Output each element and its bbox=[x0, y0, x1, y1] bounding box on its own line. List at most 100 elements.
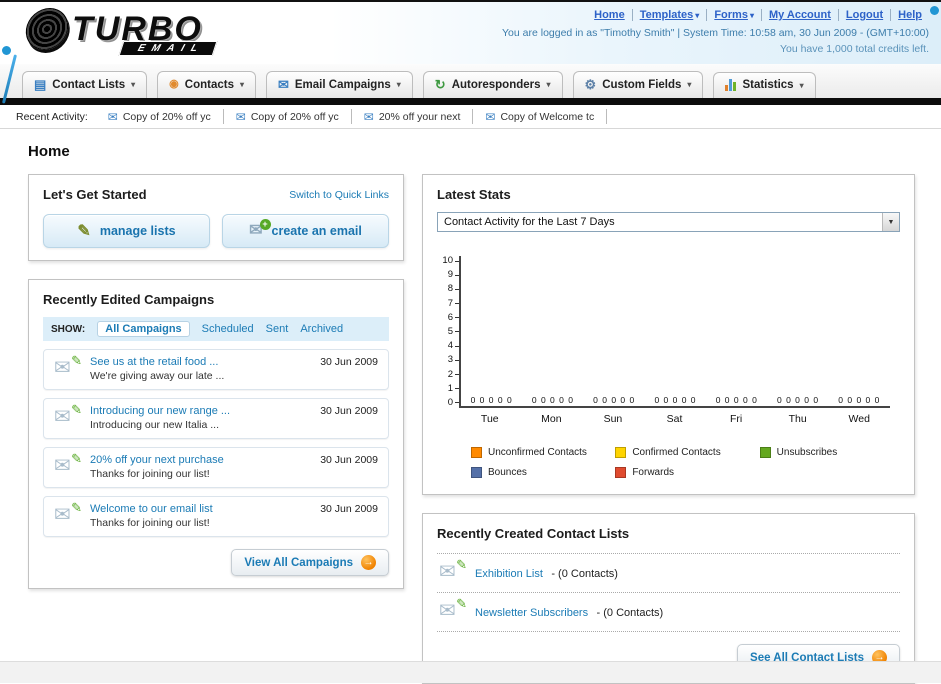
contact-list-link[interactable]: Exhibition List bbox=[475, 568, 543, 580]
logo-swirl-icon bbox=[23, 8, 71, 50]
zero-values: 0 0 0 0 0 bbox=[777, 395, 820, 405]
y-tick-label: 9 bbox=[448, 270, 459, 280]
stats-period-select[interactable]: Contact Activity for the Last 7 Days ▼ bbox=[437, 212, 900, 232]
campaign-date: 30 Jun 2009 bbox=[320, 454, 378, 466]
nav-tab-contacts[interactable]: ◉ Contacts ▾ bbox=[157, 71, 256, 98]
get-started-panel: Let's Get Started Switch to Quick Links … bbox=[28, 174, 404, 261]
tab-archived[interactable]: Archived bbox=[300, 323, 343, 335]
chevron-down-icon: ▾ bbox=[695, 11, 700, 20]
campaign-date: 30 Jun 2009 bbox=[320, 356, 378, 368]
x-tick-label: Fri bbox=[729, 413, 743, 425]
campaign-title-link[interactable]: Introducing our new range ... bbox=[90, 404, 310, 418]
top-header: TURBO EMAIL Home Templates ▾ Forms ▾ My Accou… bbox=[0, 2, 941, 64]
nav-tab-custom-fields[interactable]: ⚙ Custom Fields ▾ bbox=[572, 71, 704, 98]
y-tick-label: 2 bbox=[448, 369, 459, 380]
page-title: Home bbox=[28, 143, 70, 160]
nav-tab-statistics[interactable]: Statistics ▾ bbox=[713, 72, 816, 98]
view-all-campaigns-button[interactable]: View All Campaigns → bbox=[231, 549, 389, 576]
nav-tab-email-campaigns[interactable]: ✉ Email Campaigns ▾ bbox=[265, 71, 413, 98]
contact-list-item[interactable]: ✉ ✎ Exhibition List - (0 Contacts) bbox=[437, 553, 900, 592]
plus-badge-icon: + bbox=[259, 219, 271, 230]
panel-title: Recently Created Contact Lists bbox=[437, 526, 630, 541]
legend-swatch bbox=[471, 467, 482, 478]
nav-tab-contact-lists[interactable]: ▤ Contact Lists ▾ bbox=[22, 71, 148, 98]
get-started-header: Let's Get Started Switch to Quick Links bbox=[43, 187, 389, 202]
contacts-icon: ◉ bbox=[169, 78, 179, 90]
campaign-subtitle: Thanks for joining our list! bbox=[90, 517, 210, 529]
x-tick-label: Wed bbox=[848, 413, 870, 425]
main-content: Home Let's Get Started Switch to Quick L… bbox=[0, 129, 941, 684]
top-link-my-account[interactable]: My Account bbox=[760, 9, 838, 21]
select-arrow-icon[interactable]: ▼ bbox=[882, 213, 899, 231]
campaign-date: 30 Jun 2009 bbox=[320, 405, 378, 417]
recent-activity-item[interactable]: ✉ Copy of 20% off yc bbox=[96, 109, 224, 124]
legend-item: Unsubscribes bbox=[759, 447, 896, 458]
top-link-logout[interactable]: Logout bbox=[837, 9, 891, 21]
recent-activity-item[interactable]: ✉ Copy of 20% off yc bbox=[224, 109, 352, 124]
campaign-list-item[interactable]: ✉ ✎ Welcome to our email list Thanks for… bbox=[43, 496, 389, 537]
contact-list-count: - (0 Contacts) bbox=[596, 607, 664, 619]
legend-swatch bbox=[615, 467, 627, 478]
tab-scheduled[interactable]: Scheduled bbox=[202, 323, 254, 335]
latest-stats-panel: Latest Stats Contact Activity for the La… bbox=[422, 174, 915, 495]
chart-x-axis: Tue Mon Sun Sat Fri Thu Wed bbox=[459, 413, 900, 425]
y-tick-label: 3 bbox=[448, 355, 459, 365]
login-info: You are logged in as "Timothy Smith" | S… bbox=[502, 27, 929, 39]
zero-values: 0 0 0 0 0 bbox=[470, 395, 513, 405]
top-link-templates[interactable]: Templates ▾ bbox=[631, 9, 707, 21]
list-edit-icon: ✉ ✎ bbox=[439, 557, 467, 583]
decor-blue-dot bbox=[930, 6, 939, 15]
recent-activity-item[interactable]: ✉ 20% off your next bbox=[352, 109, 474, 124]
legend-item: Unconfirmed Contacts bbox=[471, 447, 607, 458]
nav-divider-bar bbox=[0, 98, 941, 105]
contact-list-item[interactable]: ✉ ✎ Newsletter Subscribers - (0 Contacts… bbox=[437, 592, 900, 632]
arrow-right-icon: → bbox=[361, 555, 376, 570]
nav-tab-autoresponders[interactable]: ↻ Autoresponders ▾ bbox=[422, 71, 563, 98]
content-columns: Let's Get Started Switch to Quick Links … bbox=[28, 174, 915, 684]
campaign-edit-icon: ✉ ✎ bbox=[54, 353, 82, 379]
tab-all-campaigns[interactable]: All Campaigns bbox=[97, 321, 190, 337]
zero-values: 0 0 0 0 0 bbox=[715, 395, 758, 405]
y-tick-label: 6 bbox=[448, 312, 459, 323]
envelope-icon: ✉ bbox=[363, 109, 374, 124]
campaign-edit-icon: ✉ ✎ bbox=[54, 402, 82, 428]
pencil-icon: ✎ bbox=[77, 223, 91, 240]
top-link-home[interactable]: Home bbox=[587, 9, 632, 21]
y-tick-label: 8 bbox=[448, 284, 459, 294]
x-tick-label: Sun bbox=[603, 413, 623, 425]
manage-lists-button[interactable]: ✎ manage lists bbox=[43, 214, 210, 248]
top-right-area: Home Templates ▾ Forms ▾ My Account Logout Help… bbox=[502, 6, 929, 57]
campaign-title-link[interactable]: Welcome to our email list bbox=[90, 502, 310, 516]
chart-plot-area: 0 0 0 0 0 0 0 0 0 0 0 0 0 0 0 0 0 0 0 0 … bbox=[459, 256, 890, 408]
email-campaigns-icon: ✉ bbox=[277, 77, 289, 92]
campaign-list-item[interactable]: ✉ ✎ Introducing our new range ... Introd… bbox=[43, 398, 389, 439]
chevron-down-icon: ▾ bbox=[239, 80, 244, 89]
legend-swatch bbox=[471, 447, 482, 458]
y-tick-label: 1 bbox=[448, 383, 459, 394]
recent-contact-lists-panel: Recently Created Contact Lists ✉ ✎ Exhib… bbox=[422, 513, 915, 684]
chart-y-axis: 10 9 8 7 6 5 4 3 2 1 0 bbox=[437, 256, 459, 408]
legend-swatch bbox=[615, 447, 627, 458]
campaign-list-item[interactable]: ✉ ✎ 20% off your next purchase Thanks fo… bbox=[43, 447, 389, 488]
contact-list-link[interactable]: Newsletter Subscribers bbox=[475, 607, 588, 619]
legend-item: Bounces bbox=[471, 467, 607, 478]
get-started-buttons: ✎ manage lists ✉ + create an email bbox=[43, 214, 389, 248]
tab-sent[interactable]: Sent bbox=[266, 323, 289, 335]
envelope-plus-icon: ✉ + bbox=[249, 219, 271, 239]
campaign-title-link[interactable]: 20% off your next purchase bbox=[90, 453, 310, 467]
contact-lists-icon: ▤ bbox=[34, 77, 47, 92]
campaign-subtitle: We're giving away our late ... bbox=[90, 370, 225, 382]
campaign-title-link[interactable]: See us at the retail food ... bbox=[90, 355, 310, 369]
panel-title: Recently Edited Campaigns bbox=[43, 292, 215, 307]
switch-quick-links-link[interactable]: Switch to Quick Links bbox=[289, 189, 389, 201]
recent-activity-item[interactable]: ✉ Copy of Welcome tc bbox=[473, 109, 608, 124]
top-link-help[interactable]: Help bbox=[890, 9, 929, 21]
envelope-icon: ✉ bbox=[485, 109, 496, 124]
create-email-button[interactable]: ✉ + create an email bbox=[222, 214, 389, 248]
campaign-list-item[interactable]: ✉ ✎ See us at the retail food ... We're … bbox=[43, 349, 389, 390]
top-link-forms[interactable]: Forms ▾ bbox=[706, 9, 761, 21]
logo-text: TURBO EMAIL bbox=[72, 11, 218, 56]
chevron-down-icon: ▾ bbox=[546, 80, 551, 89]
zero-values: 0 0 0 0 0 bbox=[838, 395, 881, 405]
contact-lists: ✉ ✎ Exhibition List - (0 Contacts) ✉ ✎ N… bbox=[437, 553, 900, 632]
